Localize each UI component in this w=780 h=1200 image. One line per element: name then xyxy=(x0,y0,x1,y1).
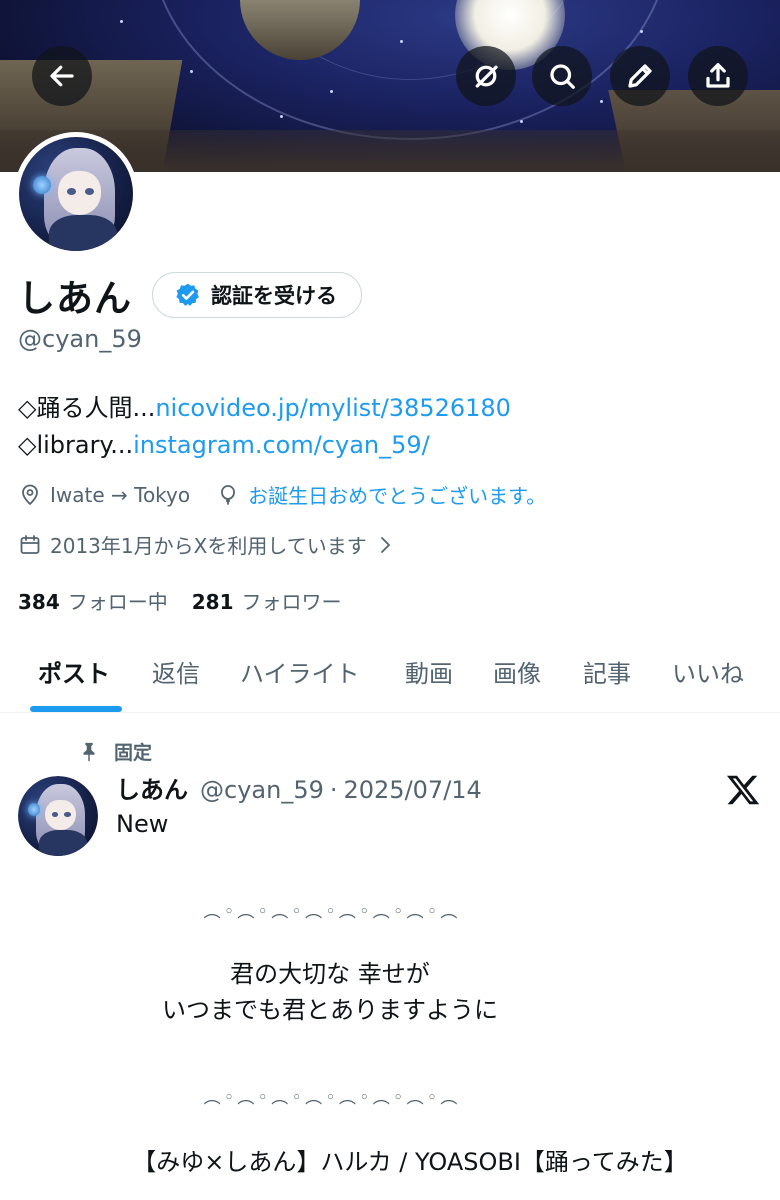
tab-images[interactable]: 画像 xyxy=(493,654,541,689)
post-author-avatar[interactable] xyxy=(18,776,98,856)
get-verified-button[interactable]: 認証を受ける xyxy=(152,272,362,318)
share-button[interactable] xyxy=(688,46,748,106)
followers-label: フォロワー xyxy=(241,590,342,614)
back-arrow-icon xyxy=(50,65,74,87)
profile-meta-row: Iwate → Tokyo お誕生日おめでとうございます。 xyxy=(18,480,546,509)
tab-likes[interactable]: いいね xyxy=(672,654,744,689)
birthday-link[interactable]: お誕生日おめでとうございます。 xyxy=(248,480,546,509)
banner-star xyxy=(600,100,603,103)
active-tab-indicator xyxy=(30,706,122,712)
bio-line-1-text: ◇踊る人間... xyxy=(18,394,156,422)
get-verified-label: 認証を受ける xyxy=(211,284,337,308)
verified-badge-icon xyxy=(176,283,199,306)
grok-icon xyxy=(475,65,498,88)
profile-handle: @cyan_59 xyxy=(18,325,142,353)
post-header: しあん @cyan_59 · 2025/07/14 xyxy=(116,770,482,805)
bio-line-2: ◇library...instagram.com/cyan_59/ xyxy=(18,427,511,464)
name-row: しあん 認証を受ける xyxy=(18,268,362,322)
location-text: Iwate → Tokyo xyxy=(50,482,191,507)
following-count: 384 xyxy=(18,590,60,614)
post-decoration-bottom: ︵ ◦ ︵ ◦ ︵ ◦ ︵ ◦ ︵ ◦ ︵ ◦ ︵ ◦ ︵ xyxy=(203,1088,458,1108)
pinned-label: 固定 xyxy=(114,742,153,764)
edit-button[interactable] xyxy=(610,46,670,106)
banner-star xyxy=(190,70,193,73)
joined-row[interactable]: 2013年1月からXを利用しています xyxy=(18,530,405,559)
balloon-icon xyxy=(221,484,236,505)
grok-button[interactable] xyxy=(456,46,516,106)
banner-star xyxy=(520,120,523,123)
post-author-name[interactable]: しあん xyxy=(116,770,188,805)
tab-highlights[interactable]: ハイライト xyxy=(240,654,360,689)
banner-star xyxy=(330,90,333,93)
following-link[interactable]: 384 フォロー中 xyxy=(18,586,168,615)
tab-videos[interactable]: 動画 xyxy=(405,654,453,689)
tab-posts[interactable]: ポスト xyxy=(38,654,110,689)
avatar-image xyxy=(19,137,133,251)
search-button[interactable] xyxy=(532,46,592,106)
post-verse-line-2: いつまでも君とありますように xyxy=(162,996,498,1024)
tab-replies[interactable]: 返信 xyxy=(152,654,200,689)
bio-link-instagram[interactable]: instagram.com/cyan_59/ xyxy=(133,431,430,459)
pinned-indicator: 固定 xyxy=(78,738,152,765)
bio-line-1: ◇踊る人間...nicovideo.jp/mylist/38526180 xyxy=(18,390,511,427)
banner-star xyxy=(400,40,403,43)
post-date[interactable]: 2025/07/14 xyxy=(344,776,482,804)
post-separator: · xyxy=(329,776,338,804)
banner-star xyxy=(120,20,123,23)
joined-text: 2013年1月からXを利用しています xyxy=(50,534,367,558)
followers-count: 281 xyxy=(191,590,234,614)
back-button[interactable] xyxy=(32,46,92,106)
banner-star xyxy=(640,30,643,33)
post-video-title: 【みゆ×しあん】ハルカ / YOASOBI【踊ってみた】 xyxy=(132,1148,688,1176)
post-verse-line-1: 君の大切な 幸せが xyxy=(230,960,430,988)
post-author-handle[interactable]: @cyan_59 xyxy=(200,776,324,804)
display-name: しあん xyxy=(18,277,132,320)
location-pin-icon xyxy=(22,484,38,505)
profile-tabs: ポスト 返信 ハイライト 動画 画像 記事 いいね xyxy=(0,630,780,713)
follow-stats: 384 フォロー中 281 フォロワー xyxy=(18,586,342,615)
edit-icon xyxy=(628,64,652,88)
pin-icon xyxy=(83,742,95,761)
calendar-icon xyxy=(20,534,40,554)
post-avatar-image xyxy=(18,776,98,856)
bio-line-2-text: ◇library... xyxy=(18,431,134,459)
followers-link[interactable]: 281 フォロワー xyxy=(192,586,342,615)
post-decoration-top: ︵ ◦ ︵ ◦ ︵ ◦ ︵ ◦ ︵ ◦ ︵ ◦ ︵ ◦ ︵ xyxy=(203,902,458,922)
share-icon xyxy=(706,63,730,88)
banner-star xyxy=(280,115,283,118)
x-logo-icon xyxy=(726,775,760,805)
following-label: フォロー中 xyxy=(67,590,168,614)
profile-bio: ◇踊る人間...nicovideo.jp/mylist/38526180 ◇li… xyxy=(18,390,511,464)
search-icon xyxy=(550,64,575,89)
chevron-right-icon xyxy=(380,536,390,553)
bio-link-niconico[interactable]: nicovideo.jp/mylist/38526180 xyxy=(155,394,511,422)
profile-avatar[interactable] xyxy=(14,132,138,256)
profile-banner[interactable] xyxy=(0,0,780,172)
tab-articles[interactable]: 記事 xyxy=(583,654,631,689)
post-text-first-line: New xyxy=(116,810,169,838)
